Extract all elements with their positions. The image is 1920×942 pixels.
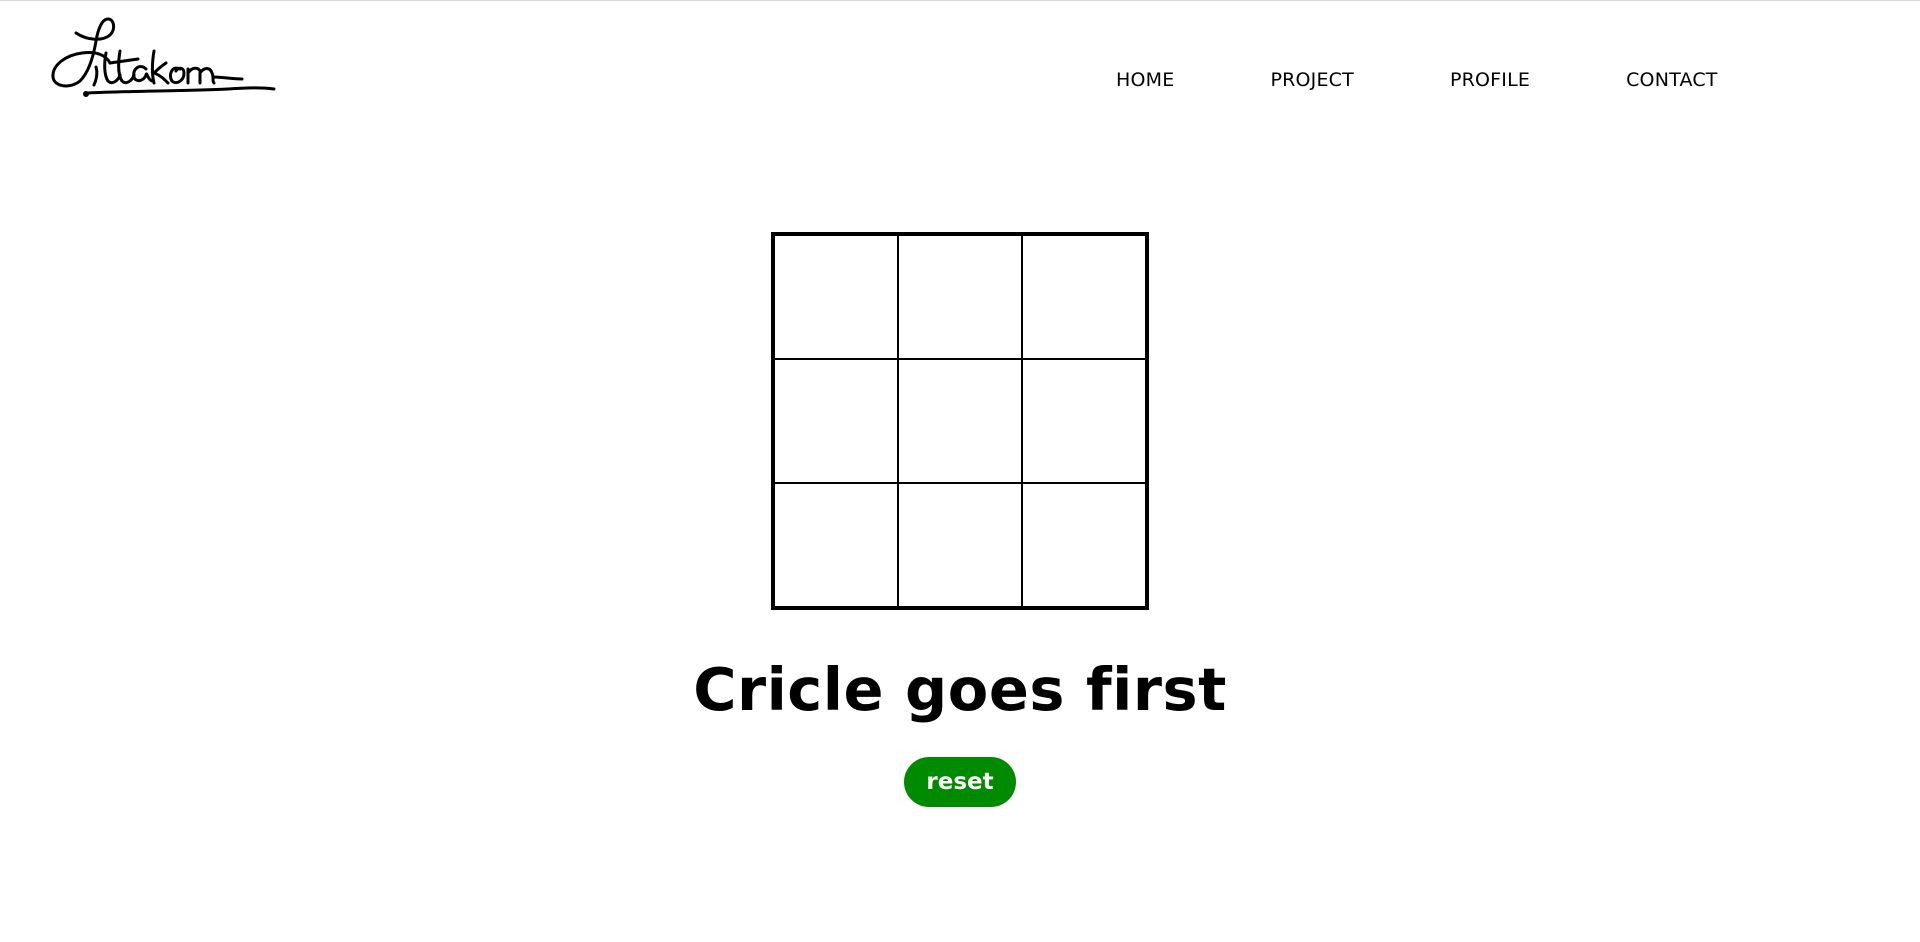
board-cell[interactable] [1022,235,1146,359]
nav-profile-link[interactable]: PROFILE [1450,69,1530,91]
reset-button[interactable]: reset [904,757,1016,807]
board-cell[interactable] [898,483,1022,607]
board-cell[interactable] [898,359,1022,483]
header: HOME PROJECT PROFILE CONTACT [0,1,1920,111]
signature-logo[interactable] [48,11,278,101]
board-cell[interactable] [774,235,898,359]
turn-status-text: Cricle goes first [693,655,1227,724]
page: HOME PROJECT PROFILE CONTACT Cricle goes… [0,0,1920,942]
tic-tac-toe-board [771,232,1149,610]
main-nav: HOME PROJECT PROFILE CONTACT [1116,69,1718,91]
board-cell[interactable] [774,483,898,607]
signature-logo-icon [51,17,276,97]
board-cell[interactable] [774,359,898,483]
board-cell[interactable] [1022,483,1146,607]
nav-contact-link[interactable]: CONTACT [1626,69,1718,91]
nav-project-link[interactable]: PROJECT [1270,69,1354,91]
nav-home-link[interactable]: HOME [1116,69,1174,91]
board-cell[interactable] [898,235,1022,359]
board-cell[interactable] [1022,359,1146,483]
